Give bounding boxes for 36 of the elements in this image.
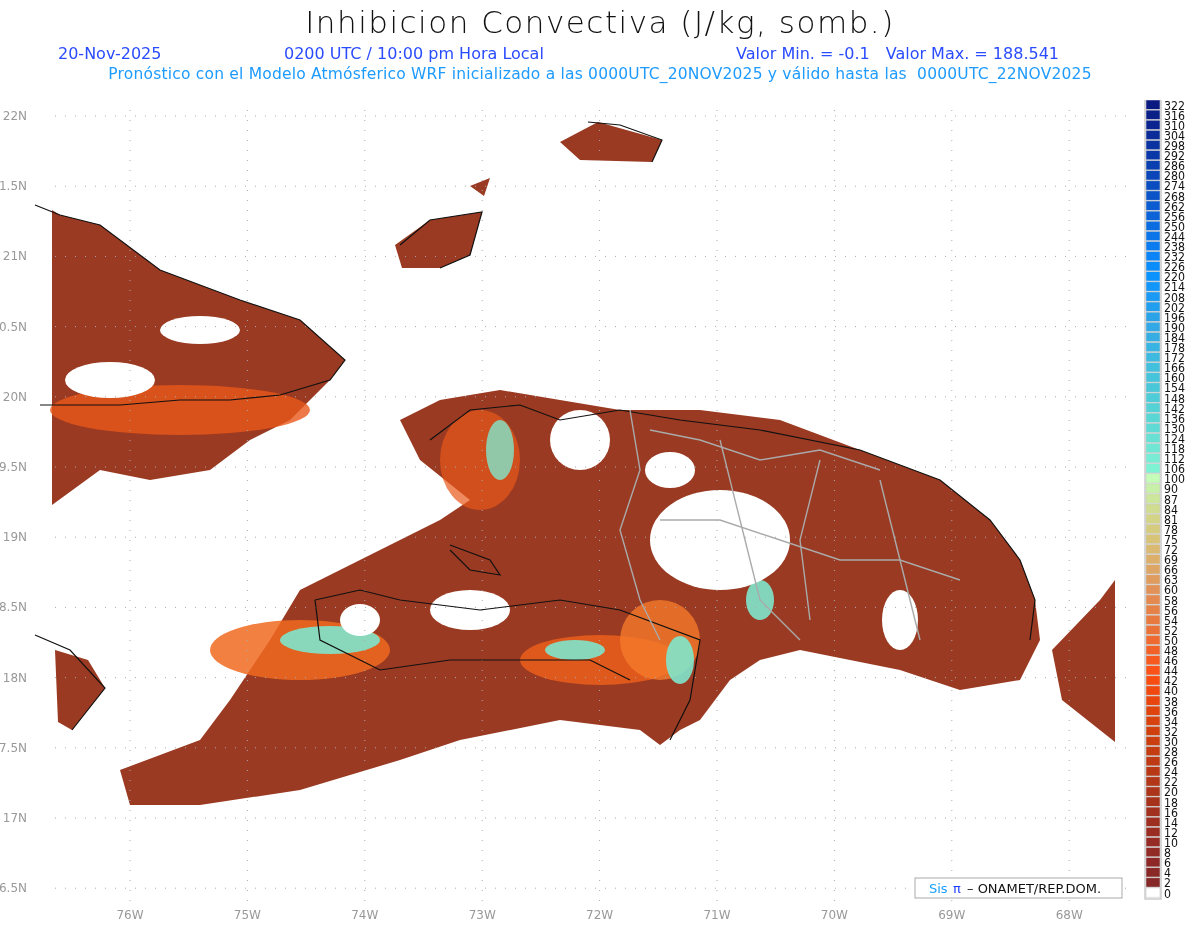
colorbar-label: 238 xyxy=(1164,240,1187,254)
latitude-label: 20N xyxy=(2,389,27,404)
longitude-label: 72W xyxy=(586,908,614,922)
longitude-label: 69W xyxy=(938,908,966,922)
colorbar-label: 0 xyxy=(1164,886,1172,901)
longitude-label: 76W xyxy=(116,908,144,922)
longitude-label: 68W xyxy=(1055,908,1083,922)
logo-text: Sis xyxy=(929,881,948,896)
longitude-label: 73W xyxy=(468,908,496,922)
colorbar-label: 50 xyxy=(1164,633,1180,648)
credit-text: – ONAMET/REP.DOM. xyxy=(967,881,1102,896)
colorbar-label: 30 xyxy=(1164,735,1180,749)
longitude-label: 70W xyxy=(820,908,848,922)
logo-symbol: π xyxy=(953,881,961,896)
min-value: Valor Min. = -0.1 xyxy=(736,44,870,64)
latitude-label: 17N xyxy=(2,811,27,825)
forecast-date: 20-Nov-2025 xyxy=(58,44,163,64)
forecast-time: 0200 UTC / 10:00 pm Hora Local xyxy=(284,44,545,64)
latitude-label: 8.5N xyxy=(0,600,27,615)
latitude-label: 1.5N xyxy=(0,179,27,194)
colorbar-label: 184 xyxy=(1164,330,1187,345)
latitude-label: 18N xyxy=(2,670,27,685)
latitude-label: 21N xyxy=(2,249,27,264)
max-value: Valor Max. = 188.541 xyxy=(885,44,1059,64)
colorbar-label: 10 xyxy=(1164,836,1180,850)
chart-title: Inhibicion Convectiva (J/kg, somb.) xyxy=(305,3,895,42)
longitude-label: 71W xyxy=(703,908,731,922)
latitude-label: 19N xyxy=(2,530,27,545)
latitude-label: 0.5N xyxy=(0,319,27,334)
latitude-label: 9.5N xyxy=(0,460,27,474)
longitude-label: 75W xyxy=(233,908,261,922)
latitude-label: 7.5N xyxy=(0,740,27,755)
model-description: Pronóstico con el Modelo Atmósferico WRF inicializado a las 0000UTC_20NOV2025 y válido hasta las 0000UTC_22NOV2025 xyxy=(108,64,1092,84)
latitude-label: 6.5N xyxy=(0,881,27,896)
latitude-label: 22N xyxy=(2,109,27,123)
longitude-label: 74W xyxy=(351,908,379,922)
